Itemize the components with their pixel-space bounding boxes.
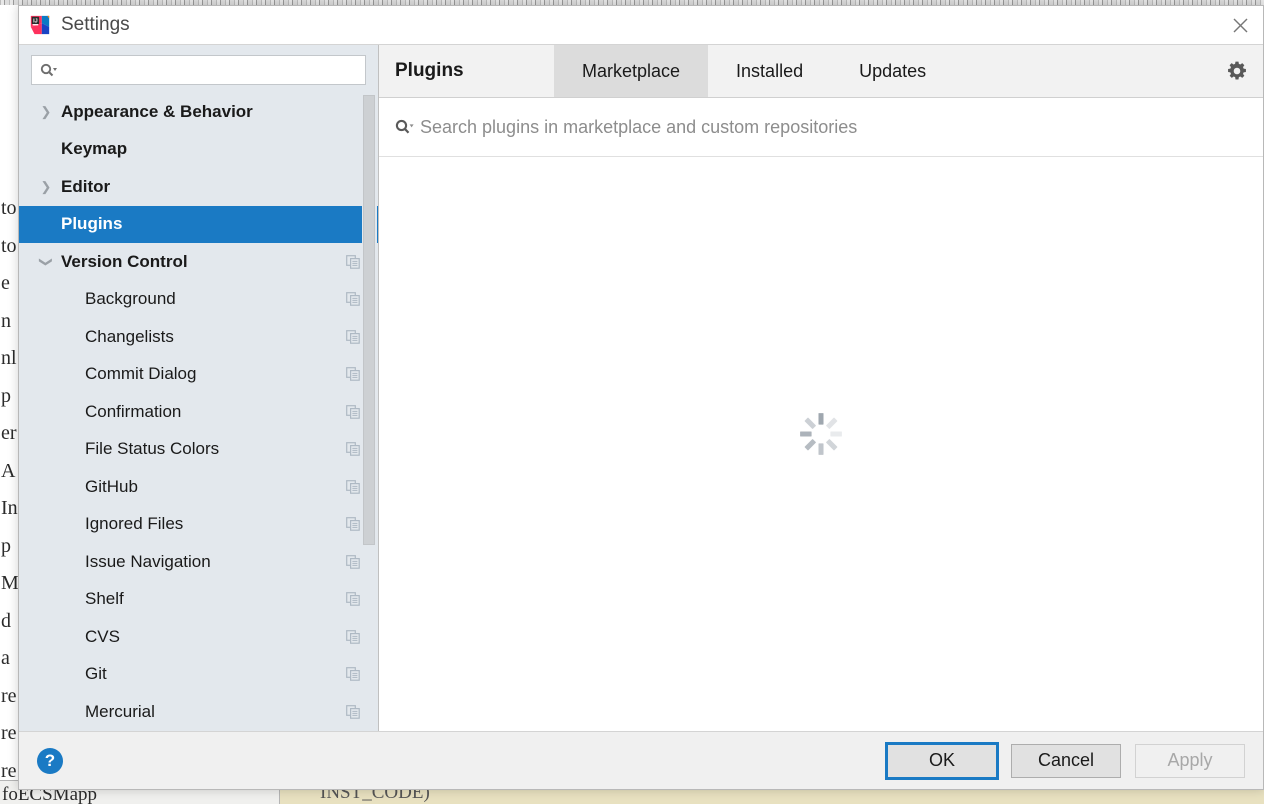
settings-dialog: IJ Settings	[18, 5, 1264, 790]
tab-marketplace[interactable]: Marketplace	[554, 45, 708, 97]
search-dropdown-icon	[395, 119, 414, 136]
plugins-tabbar: Plugins MarketplaceInstalledUpdates	[379, 45, 1263, 98]
sidebar-item-ignored-files[interactable]: Ignored Files	[19, 506, 378, 544]
plugin-list-area	[379, 157, 1263, 731]
sidebar-item-label: Background	[85, 289, 176, 309]
search-box[interactable]	[31, 55, 366, 85]
settings-tree[interactable]: ❯ Appearance & Behavior Keymap ❯ Editor Plugi…	[19, 93, 378, 731]
sidebar-item-mercurial[interactable]: Mercurial	[19, 693, 378, 731]
sidebar-item-label: Commit Dialog	[85, 364, 196, 384]
sidebar-item-editor[interactable]: ❯ Editor	[19, 168, 378, 206]
sidebar-item-plugins[interactable]: Plugins	[19, 206, 378, 244]
sidebar-item-changelists[interactable]: Changelists	[19, 318, 378, 356]
sidebar-search-wrap	[19, 45, 378, 93]
plugin-search-row[interactable]: Search plugins in marketplace and custom…	[379, 98, 1263, 157]
gear-icon[interactable]	[1211, 45, 1263, 97]
sidebar-item-issue-navigation[interactable]: Issue Navigation	[19, 543, 378, 581]
settings-sidebar: ❯ Appearance & Behavior Keymap ❯ Editor Plugi…	[19, 45, 379, 731]
copy-icon[interactable]	[346, 667, 360, 681]
copy-icon[interactable]	[346, 367, 360, 381]
intellij-idea-logo-icon: IJ	[29, 14, 51, 36]
dialog-body: ❯ Appearance & Behavior Keymap ❯ Editor Plugi…	[19, 44, 1263, 731]
sidebar-item-label: Keymap	[61, 139, 127, 159]
dialog-footer: ? OK Cancel Apply	[19, 731, 1263, 789]
search-input[interactable]	[61, 61, 365, 80]
copy-icon[interactable]	[346, 592, 360, 606]
dialog-titlebar: IJ Settings	[19, 6, 1263, 44]
copy-icon[interactable]	[346, 630, 360, 644]
sidebar-item-cvs[interactable]: CVS	[19, 618, 378, 656]
sidebar-item-version-control[interactable]: ❯ Version Control	[19, 243, 378, 281]
chevron-down-icon[interactable]: ❯	[38, 253, 54, 271]
sidebar-item-git[interactable]: Git	[19, 656, 378, 694]
sidebar-item-label: Editor	[61, 177, 110, 197]
sidebar-scrollbar-track[interactable]	[362, 93, 377, 731]
sidebar-item-label: Mercurial	[85, 702, 155, 722]
page-title: Plugins	[379, 45, 554, 97]
copy-icon[interactable]	[346, 255, 360, 269]
tab-installed[interactable]: Installed	[708, 45, 831, 97]
cancel-button[interactable]: Cancel	[1011, 744, 1121, 778]
copy-icon[interactable]	[346, 480, 360, 494]
sidebar-item-label: Version Control	[61, 252, 188, 272]
copy-icon[interactable]	[346, 405, 360, 419]
sidebar-item-confirmation[interactable]: Confirmation	[19, 393, 378, 431]
sidebar-item-appearance-behavior[interactable]: ❯ Appearance & Behavior	[19, 93, 378, 131]
plugin-search-input[interactable]: Search plugins in marketplace and custom…	[420, 117, 857, 138]
sidebar-item-shelf[interactable]: Shelf	[19, 581, 378, 619]
sidebar-item-label: CVS	[85, 627, 120, 647]
sidebar-scrollbar-thumb[interactable]	[363, 95, 375, 545]
sidebar-item-label: Confirmation	[85, 402, 181, 422]
chevron-right-icon[interactable]: ❯	[37, 104, 55, 120]
help-button[interactable]: ?	[37, 748, 63, 774]
sidebar-item-github[interactable]: GitHub	[19, 468, 378, 506]
ok-button[interactable]: OK	[887, 744, 997, 778]
copy-icon[interactable]	[346, 292, 360, 306]
svg-text:IJ: IJ	[33, 18, 38, 24]
copy-icon[interactable]	[346, 705, 360, 719]
loading-spinner-icon	[798, 411, 844, 457]
copy-icon[interactable]	[346, 442, 360, 456]
sidebar-item-background[interactable]: Background	[19, 281, 378, 319]
sidebar-item-label: Git	[85, 664, 107, 684]
sidebar-item-label: File Status Colors	[85, 439, 219, 459]
sidebar-item-label: Plugins	[61, 214, 122, 234]
sidebar-item-label: Issue Navigation	[85, 552, 211, 572]
tab-updates[interactable]: Updates	[831, 45, 954, 97]
sidebar-item-label: Shelf	[85, 589, 124, 609]
plugins-content-pane: Plugins MarketplaceInstalledUpdates	[379, 45, 1263, 731]
copy-icon[interactable]	[346, 517, 360, 531]
close-icon[interactable]	[1217, 6, 1263, 44]
sidebar-item-keymap[interactable]: Keymap	[19, 131, 378, 169]
sidebar-item-label: Ignored Files	[85, 514, 183, 534]
search-dropdown-icon	[40, 63, 57, 78]
sidebar-item-commit-dialog[interactable]: Commit Dialog	[19, 356, 378, 394]
sidebar-item-label: Changelists	[85, 327, 174, 347]
chevron-right-icon[interactable]: ❯	[37, 179, 55, 195]
apply-button: Apply	[1135, 744, 1245, 778]
copy-icon[interactable]	[346, 330, 360, 344]
sidebar-item-file-status-colors[interactable]: File Status Colors	[19, 431, 378, 469]
sidebar-item-label: Appearance & Behavior	[61, 102, 253, 122]
dialog-title: Settings	[61, 14, 130, 36]
copy-icon[interactable]	[346, 555, 360, 569]
sidebar-item-label: GitHub	[85, 477, 138, 497]
